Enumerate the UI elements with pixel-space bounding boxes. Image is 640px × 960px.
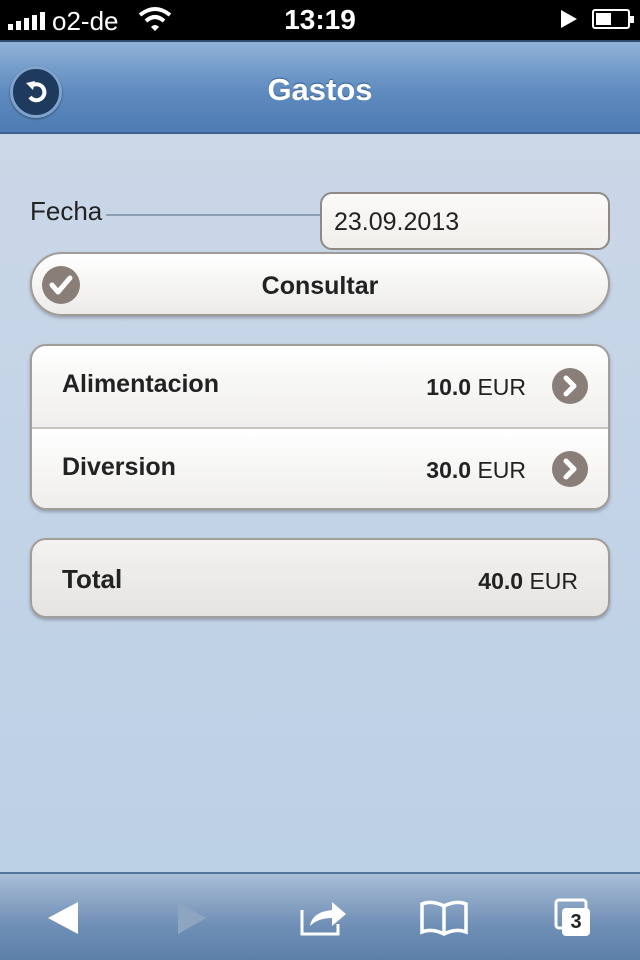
forward-nav-button[interactable] (162, 894, 222, 942)
bookmarks-button[interactable] (414, 894, 474, 942)
status-clock: 13:19 (284, 4, 356, 35)
total-amount: 40.0 EUR (478, 568, 578, 594)
header-bar: Gastos (0, 40, 640, 134)
date-label: Fecha (30, 196, 103, 226)
consult-label: Consultar (261, 272, 379, 300)
back-triangle-icon (48, 902, 78, 934)
category-amount: 10.0 EUR (426, 374, 526, 400)
total-label: Total (62, 564, 123, 594)
play-icon (558, 8, 580, 35)
main-content: Fecha 23.09.2013 Consultar Alimentacion … (0, 134, 640, 872)
date-input[interactable]: 23.09.2013 (320, 192, 610, 250)
list-item[interactable]: Alimentacion 10.0 EUR (32, 346, 608, 427)
forward-triangle-icon (178, 902, 206, 934)
total-box: Total 40.0 EUR (30, 538, 610, 618)
battery-level (596, 13, 611, 25)
category-label: Alimentacion (62, 370, 219, 398)
label-divider (106, 214, 322, 216)
tabs-count-badge: 3 (562, 908, 590, 936)
status-bar: o2-de 13:19 (0, 0, 640, 40)
share-button[interactable] (294, 894, 354, 942)
expense-list: Alimentacion 10.0 EUR Diversion 30.0 EUR (30, 344, 610, 510)
list-item[interactable]: Diversion 30.0 EUR (32, 427, 608, 508)
chevron-right-icon (552, 368, 588, 404)
category-label: Diversion (62, 453, 176, 481)
consult-button[interactable]: Consultar (30, 252, 610, 316)
back-nav-button[interactable] (34, 894, 94, 942)
browser-toolbar: 3 (0, 872, 640, 960)
category-amount: 30.0 EUR (426, 457, 526, 483)
battery-icon (592, 9, 634, 29)
page-title: Gastos (267, 72, 373, 107)
chevron-right-icon (552, 451, 588, 487)
book-icon (420, 900, 468, 936)
share-icon (300, 902, 346, 936)
